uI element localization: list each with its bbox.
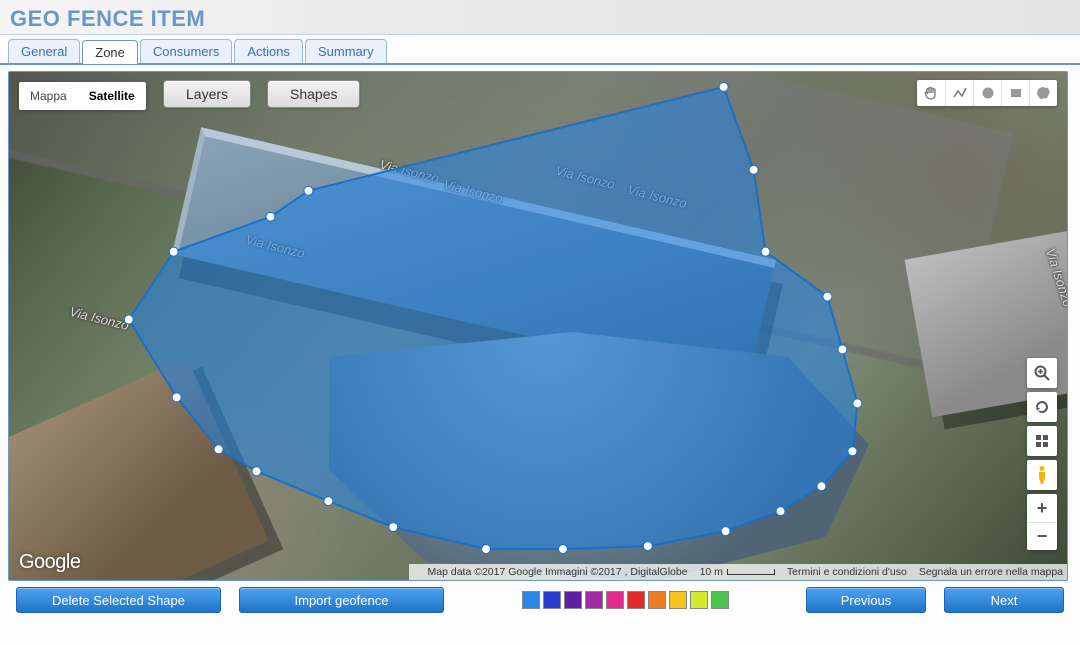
polygon-vertex[interactable]: [558, 545, 567, 554]
polygon-vertex[interactable]: [817, 482, 826, 491]
zoom-in-button[interactable]: +: [1027, 494, 1057, 522]
scale-label: 10 m: [700, 566, 723, 578]
zoom-out-button[interactable]: −: [1027, 522, 1057, 550]
terms-link[interactable]: Termini e condizioni d'uso: [787, 566, 907, 578]
circle-icon[interactable]: [973, 80, 1001, 106]
tab-general[interactable]: General: [8, 39, 80, 63]
tab-bar: GeneralZoneConsumersActionsSummary: [0, 35, 1080, 65]
action-bar: Delete Selected Shape Import geofence Pr…: [8, 581, 1072, 613]
polygon-vertex[interactable]: [169, 247, 178, 256]
scale-control: 10 m: [700, 566, 775, 578]
rectangle-icon[interactable]: [1001, 80, 1029, 106]
scale-bar-icon: [727, 569, 775, 575]
search-zoom-icon[interactable]: [1027, 358, 1057, 388]
tab-zone[interactable]: Zone: [82, 40, 138, 64]
polygon-vertex[interactable]: [124, 315, 133, 324]
shapes-button[interactable]: Shapes: [267, 80, 360, 108]
tab-summary[interactable]: Summary: [305, 39, 387, 63]
building-misc-1: [8, 358, 268, 581]
polygon-vertex[interactable]: [172, 393, 181, 402]
polygon-vertex[interactable]: [324, 497, 333, 506]
layers-button[interactable]: Layers: [163, 80, 251, 108]
zoom-group: + −: [1027, 494, 1057, 550]
map-attribution-bar: Map data ©2017 Google Immagini ©2017 , D…: [409, 564, 1067, 580]
color-swatch[interactable]: [627, 591, 645, 609]
drawing-toolbar: [917, 80, 1057, 106]
map-vertical-controls: + −: [1027, 358, 1057, 550]
polygon-vertex[interactable]: [823, 292, 832, 301]
polygon-vertex[interactable]: [304, 186, 313, 195]
map-type-control: Mappa Satellite: [19, 82, 146, 110]
color-swatch[interactable]: [606, 591, 624, 609]
polyline-icon[interactable]: [945, 80, 973, 106]
color-swatch[interactable]: [585, 591, 603, 609]
pegman-icon[interactable]: [1027, 460, 1057, 490]
rotate-icon[interactable]: [1027, 392, 1057, 422]
color-swatch[interactable]: [669, 591, 687, 609]
color-swatch[interactable]: [648, 591, 666, 609]
tab-actions[interactable]: Actions: [234, 39, 303, 63]
polygon-vertex[interactable]: [389, 523, 398, 532]
map-type-mappa[interactable]: Mappa: [19, 82, 78, 110]
delete-shape-button[interactable]: Delete Selected Shape: [16, 587, 221, 613]
report-error-link[interactable]: Segnala un errore nella mappa: [919, 566, 1063, 578]
polygon-vertex[interactable]: [853, 399, 862, 408]
polygon-vertex[interactable]: [719, 82, 728, 91]
polygon-vertex[interactable]: [214, 445, 223, 454]
map-canvas[interactable]: Via IsonzoVia IsonzoVia IsonzoVia Isonzo…: [8, 71, 1068, 581]
pan-hand-icon[interactable]: [917, 80, 945, 106]
color-swatch[interactable]: [711, 591, 729, 609]
copyright-text: Map data ©2017 Google Immagini ©2017 , D…: [428, 566, 688, 578]
polygon-vertex[interactable]: [482, 545, 491, 554]
tilt-icon[interactable]: [1027, 426, 1057, 456]
polygon-vertex[interactable]: [721, 527, 730, 536]
polygon-vertex[interactable]: [848, 447, 857, 456]
polygon-vertex[interactable]: [838, 345, 847, 354]
polygon-vertex[interactable]: [749, 165, 758, 174]
import-geofence-button[interactable]: Import geofence: [239, 587, 444, 613]
page-title: GEO FENCE ITEM: [0, 0, 1080, 35]
previous-button[interactable]: Previous: [806, 587, 926, 613]
polygon-vertex[interactable]: [761, 247, 770, 256]
map-type-satellite[interactable]: Satellite: [78, 82, 146, 110]
building-curved: [329, 332, 869, 581]
color-swatch[interactable]: [522, 591, 540, 609]
polygon-icon[interactable]: [1029, 80, 1057, 106]
street-label: Via Isonzo: [68, 304, 130, 333]
color-swatch[interactable]: [543, 591, 561, 609]
polygon-vertex[interactable]: [266, 212, 275, 221]
polygon-vertex[interactable]: [643, 542, 652, 551]
google-logo: Google: [19, 551, 81, 574]
tab-consumers[interactable]: Consumers: [140, 39, 232, 63]
color-swatch[interactable]: [690, 591, 708, 609]
color-palette: [522, 591, 729, 609]
polygon-vertex[interactable]: [776, 507, 785, 516]
polygon-vertex[interactable]: [252, 467, 261, 476]
next-button[interactable]: Next: [944, 587, 1064, 613]
color-swatch[interactable]: [564, 591, 582, 609]
